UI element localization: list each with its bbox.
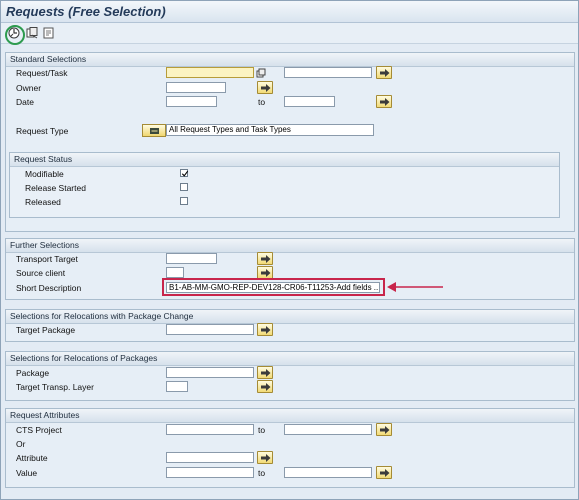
target-transport-layer-multisel-button[interactable] (257, 380, 273, 393)
cts-project-to-label: to (258, 425, 266, 435)
request-task-from-input[interactable] (166, 67, 254, 78)
request-type-label: Request Type (16, 126, 69, 136)
target-transport-layer-input[interactable] (166, 381, 188, 392)
attribute-label: Attribute (16, 453, 48, 463)
date-label: Date (16, 97, 34, 107)
group-title: Request Attributes (6, 409, 574, 423)
annotation-arrow-icon (387, 282, 443, 292)
group-title: Further Selections (6, 239, 574, 253)
request-task-label: Request/Task (16, 68, 68, 78)
transport-target-label: Transport Target (16, 254, 78, 264)
request-type-field[interactable]: All Request Types and Task Types (166, 124, 374, 136)
source-client-label: Source client (16, 268, 66, 278)
date-to-label: to (258, 97, 266, 107)
short-description-input[interactable]: B1-AB-MM-GMO-REP-DEV128-CR06-T11253-Add … (166, 282, 380, 293)
modifiable-label: Modifiable (25, 169, 64, 179)
source-client-input[interactable] (166, 267, 184, 278)
group-title: Selections for Relocations of Packages (6, 352, 574, 366)
cts-project-to-input[interactable] (284, 424, 372, 435)
group-title: Selections for Relocations with Package … (6, 310, 574, 324)
request-status-group: Request Status (9, 152, 560, 218)
value-to-label: to (258, 468, 266, 478)
value-label: Value (16, 468, 38, 478)
modifiable-checkbox[interactable] (180, 169, 189, 177)
transport-target-input[interactable] (166, 253, 217, 264)
released-label: Released (25, 197, 61, 207)
cts-project-multisel-button[interactable] (376, 423, 392, 436)
execute-icon[interactable] (8, 27, 22, 41)
value-to-input[interactable] (284, 467, 372, 478)
relocation-package-change-group: Selections for Relocations with Package … (5, 309, 575, 342)
owner-input[interactable] (166, 82, 226, 93)
request-task-to-input[interactable] (284, 67, 372, 78)
multiple-selection-icon[interactable] (256, 68, 266, 80)
transport-target-multisel-button[interactable] (257, 252, 273, 265)
target-package-input[interactable] (166, 324, 254, 335)
target-package-multisel-button[interactable] (257, 323, 273, 336)
program-info-icon[interactable] (43, 27, 57, 41)
date-to-input[interactable] (284, 96, 335, 107)
package-multisel-button[interactable] (257, 366, 273, 379)
request-task-multisel-button[interactable] (376, 66, 392, 79)
release-started-label: Release Started (25, 183, 86, 193)
request-type-button[interactable] (142, 124, 166, 137)
short-description-label: Short Description (16, 283, 82, 293)
value-multisel-button[interactable] (376, 466, 392, 479)
toolbar (1, 23, 578, 44)
cts-project-from-input[interactable] (166, 424, 254, 435)
package-input[interactable] (166, 367, 254, 378)
title-bar: Requests (Free Selection) (1, 1, 578, 23)
owner-multisel-button[interactable] (257, 81, 273, 94)
page-title: Requests (Free Selection) (6, 4, 166, 19)
released-checkbox[interactable] (180, 197, 188, 205)
target-transport-layer-label: Target Transp. Layer (16, 382, 94, 392)
group-title: Request Status (10, 153, 559, 167)
group-title: Standard Selections (6, 53, 574, 67)
or-label: Or (16, 439, 26, 449)
relocation-packages-group: Selections for Relocations of Packages (5, 351, 575, 401)
release-started-checkbox[interactable] (180, 183, 188, 191)
target-package-label: Target Package (16, 325, 76, 335)
attribute-multisel-button[interactable] (257, 451, 273, 464)
package-label: Package (16, 368, 50, 378)
owner-label: Owner (16, 83, 42, 93)
date-multisel-button[interactable] (376, 95, 392, 108)
attribute-input[interactable] (166, 452, 254, 463)
date-from-input[interactable] (166, 96, 217, 107)
get-variant-icon[interactable] (26, 27, 40, 41)
value-from-input[interactable] (166, 467, 254, 478)
cts-project-label: CTS Project (16, 425, 62, 435)
